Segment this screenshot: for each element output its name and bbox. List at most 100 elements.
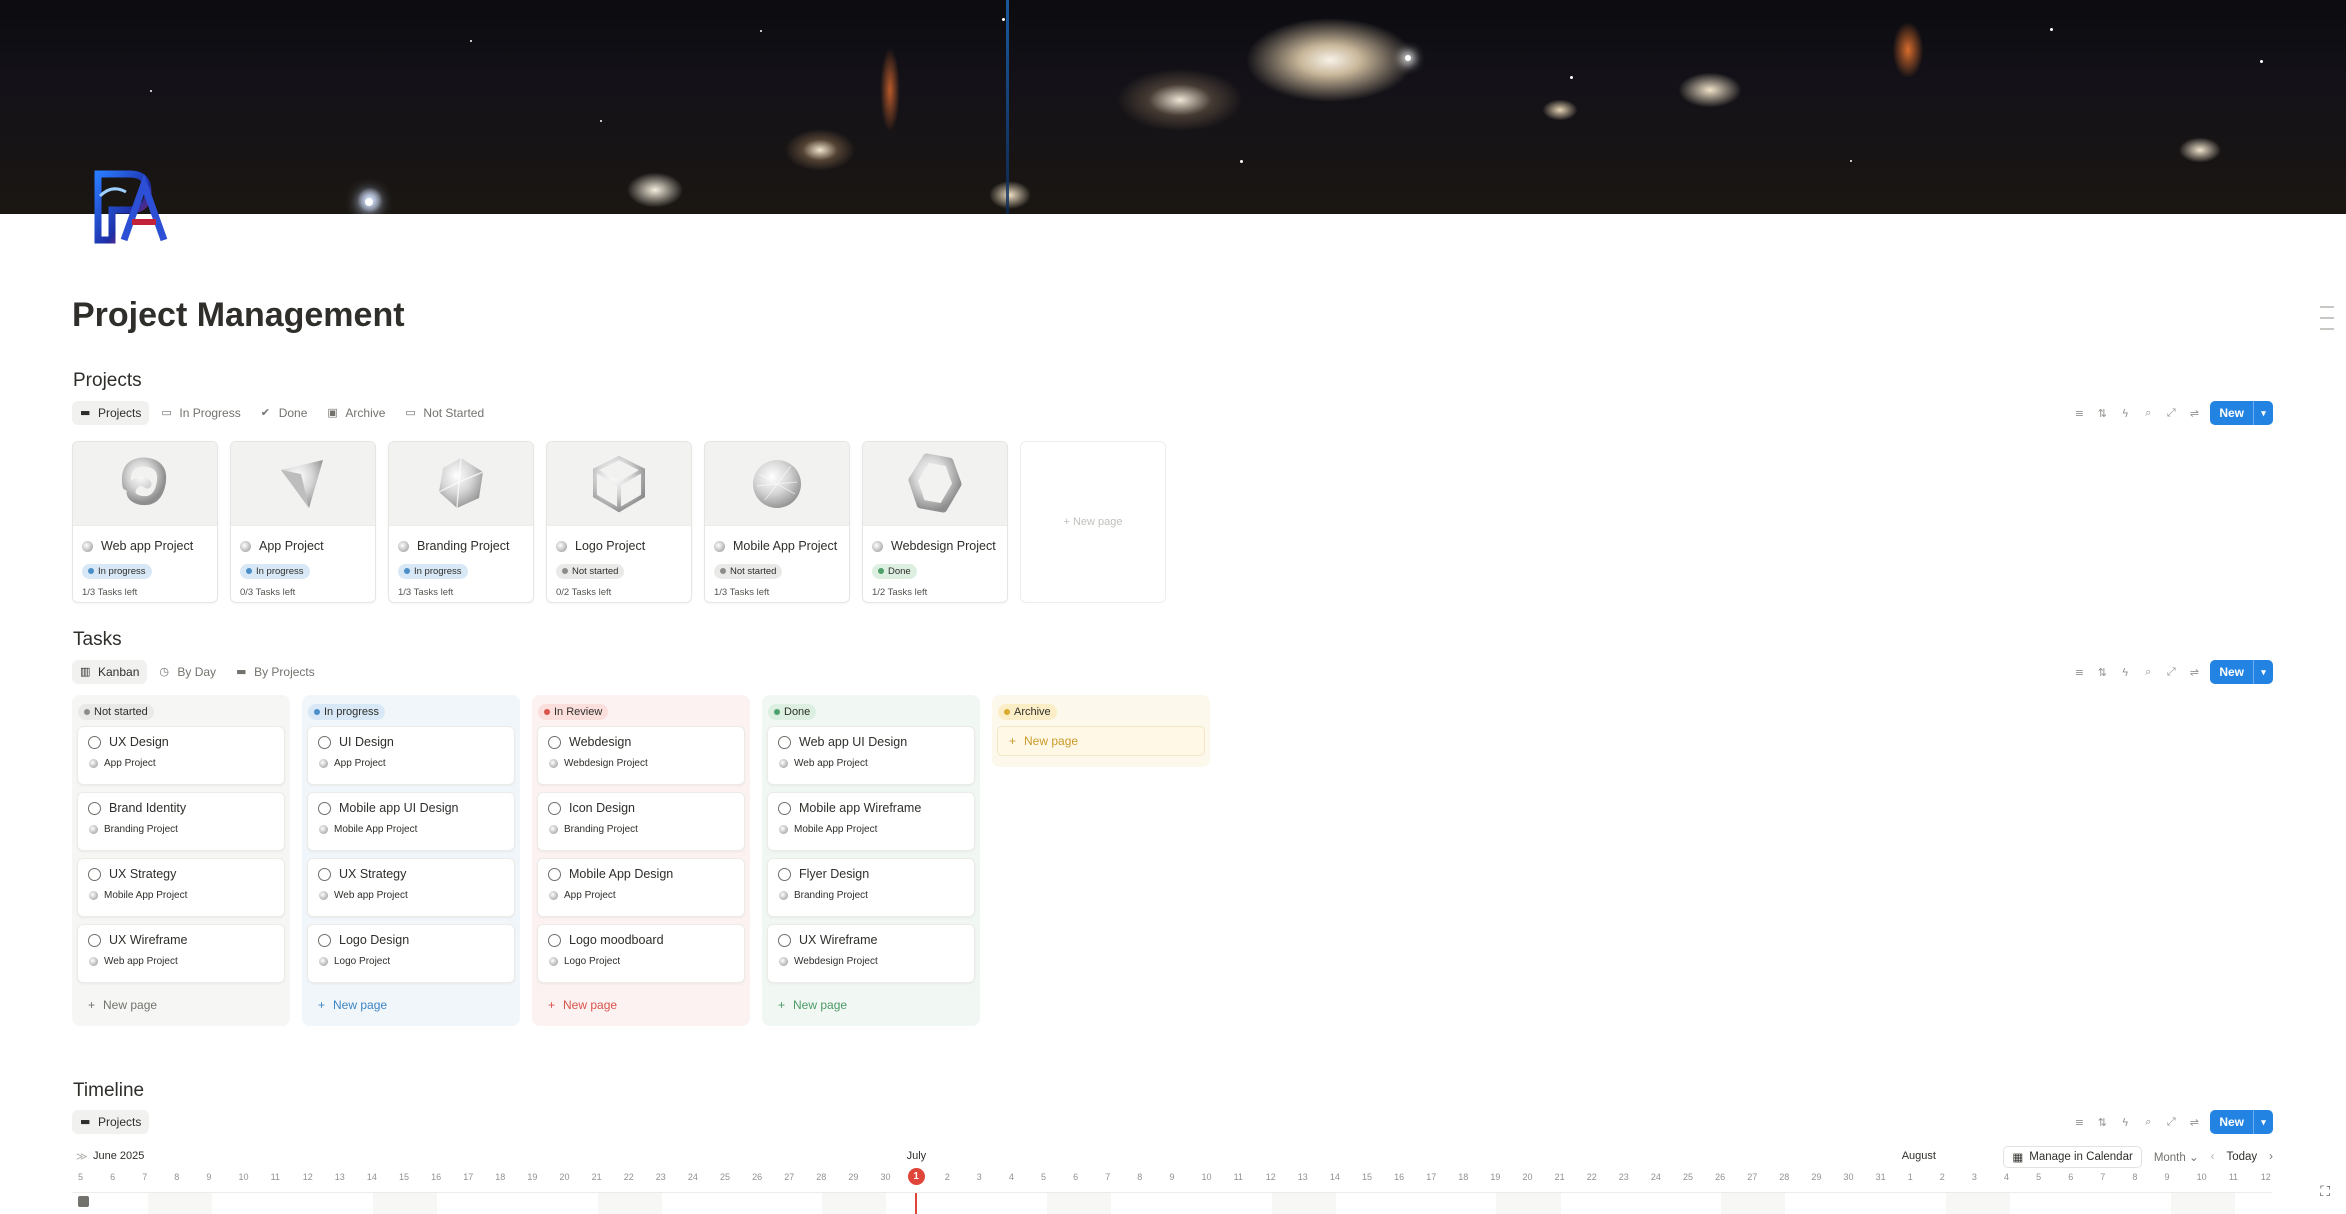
project-card[interactable]: Web app Project In progress 1/3 Tasks left bbox=[72, 441, 218, 603]
sort-icon[interactable]: ⇅ bbox=[2095, 406, 2109, 420]
filter-icon[interactable]: ≡ bbox=[2072, 1115, 2086, 1129]
view-tab-in-progress[interactable]: ▭ In Progress bbox=[153, 401, 248, 425]
project-card[interactable]: Branding Project In progress 1/3 Tasks lef… bbox=[388, 441, 534, 603]
task-card[interactable]: UX Strategy Web app Project bbox=[307, 858, 515, 917]
task-card[interactable]: Logo moodboard Logo Project bbox=[537, 924, 745, 983]
expand-icon[interactable]: ⤢ bbox=[2164, 665, 2178, 679]
task-project-relation[interactable]: Logo Project bbox=[318, 956, 504, 967]
task-card[interactable]: UX Wireframe Webdesign Project bbox=[767, 924, 975, 983]
task-circle-icon[interactable] bbox=[88, 867, 101, 881]
task-project-relation[interactable]: Web app Project bbox=[88, 956, 274, 967]
task-project-relation[interactable]: Branding Project bbox=[548, 824, 734, 835]
task-card[interactable]: Brand Identity Branding Project bbox=[77, 792, 285, 851]
automation-icon[interactable]: ϟ bbox=[2118, 406, 2132, 420]
settings-icon[interactable]: ⇌ bbox=[2187, 665, 2201, 679]
project-card[interactable]: Mobile App Project Not started 1/3 Tasks l… bbox=[704, 441, 850, 603]
task-circle-icon[interactable] bbox=[318, 933, 331, 947]
task-circle-icon[interactable] bbox=[318, 867, 331, 881]
column-new-page-button[interactable]: + New page bbox=[767, 990, 975, 1020]
column-header[interactable]: Done bbox=[767, 700, 975, 726]
project-card[interactable]: App Project In progress 0/3 Tasks left bbox=[230, 441, 376, 603]
task-project-relation[interactable]: Webdesign Project bbox=[778, 956, 964, 967]
pa-logo-icon[interactable] bbox=[90, 166, 170, 246]
prev-arrow-icon[interactable]: ‹ bbox=[2211, 1151, 2215, 1163]
task-circle-icon[interactable] bbox=[548, 801, 561, 815]
outline-toc-icon[interactable] bbox=[2320, 306, 2334, 339]
task-circle-icon[interactable] bbox=[778, 867, 791, 881]
sort-icon[interactable]: ⇅ bbox=[2095, 1115, 2109, 1129]
tasks-title[interactable]: Tasks bbox=[73, 629, 122, 651]
task-circle-icon[interactable] bbox=[548, 867, 561, 881]
view-tab-done[interactable]: ✔ Done bbox=[253, 401, 316, 425]
automation-icon[interactable]: ϟ bbox=[2118, 1115, 2132, 1129]
timeline-row-icon[interactable] bbox=[78, 1196, 89, 1207]
timeline-title[interactable]: Timeline bbox=[73, 1080, 144, 1102]
project-card[interactable]: Webdesign Project Done 1/2 Tasks left bbox=[862, 441, 1008, 603]
help-icon[interactable]: ⛶ bbox=[2320, 1184, 2330, 1200]
task-card[interactable]: UX Strategy Mobile App Project bbox=[77, 858, 285, 917]
view-tab-kanban[interactable]: ▥ Kanban bbox=[72, 660, 148, 684]
column-header[interactable]: In Review bbox=[537, 700, 745, 726]
column-new-page-button[interactable]: + New page bbox=[307, 990, 515, 1020]
collapse-sidebar-icon[interactable]: ≫ bbox=[76, 1150, 88, 1163]
view-tab-by-day[interactable]: ◷ By Day bbox=[151, 660, 224, 684]
column-new-page-button[interactable]: + New page bbox=[537, 990, 745, 1020]
sort-icon[interactable]: ⇅ bbox=[2095, 665, 2109, 679]
task-card[interactable]: Mobile App Design App Project bbox=[537, 858, 745, 917]
task-project-relation[interactable]: App Project bbox=[548, 890, 734, 901]
task-card[interactable]: Icon Design Branding Project bbox=[537, 792, 745, 851]
column-header[interactable]: Archive bbox=[997, 700, 1205, 726]
next-arrow-icon[interactable]: › bbox=[2269, 1151, 2273, 1163]
view-tab-not-started[interactable]: ▭ Not Started bbox=[397, 401, 492, 425]
task-circle-icon[interactable] bbox=[318, 735, 331, 749]
task-card[interactable]: UI Design App Project bbox=[307, 726, 515, 785]
search-icon[interactable]: ⌕ bbox=[2141, 406, 2155, 420]
task-circle-icon[interactable] bbox=[778, 933, 791, 947]
column-new-page-button[interactable]: + New page bbox=[77, 990, 285, 1020]
task-card[interactable]: Flyer Design Branding Project bbox=[767, 858, 975, 917]
view-tab-projects[interactable]: ▬ Projects bbox=[72, 401, 150, 425]
task-card[interactable]: Logo Design Logo Project bbox=[307, 924, 515, 983]
new-task-button[interactable]: New ▾ bbox=[2210, 660, 2273, 684]
task-project-relation[interactable]: Webdesign Project bbox=[548, 758, 734, 769]
expand-icon[interactable]: ⤢ bbox=[2164, 1115, 2178, 1129]
today-button[interactable]: Today bbox=[2226, 1151, 2257, 1163]
new-project-page-card[interactable]: + New page bbox=[1020, 441, 1166, 603]
task-project-relation[interactable]: App Project bbox=[318, 758, 504, 769]
settings-icon[interactable]: ⇌ bbox=[2187, 406, 2201, 420]
project-card[interactable]: Logo Project Not started 0/2 Tasks left bbox=[546, 441, 692, 603]
range-select[interactable]: Month ⌄ bbox=[2154, 1150, 2199, 1164]
task-project-relation[interactable]: Logo Project bbox=[548, 956, 734, 967]
filter-icon[interactable]: ≡ bbox=[2072, 665, 2086, 679]
task-card[interactable]: Mobile app UI Design Mobile App Project bbox=[307, 792, 515, 851]
chevron-down-icon[interactable]: ▾ bbox=[2253, 660, 2273, 684]
task-circle-icon[interactable] bbox=[778, 801, 791, 815]
task-project-relation[interactable]: App Project bbox=[88, 758, 274, 769]
automation-icon[interactable]: ϟ bbox=[2118, 665, 2132, 679]
task-project-relation[interactable]: Mobile App Project bbox=[318, 824, 504, 835]
search-icon[interactable]: ⌕ bbox=[2141, 1115, 2155, 1129]
task-circle-icon[interactable] bbox=[88, 801, 101, 815]
task-project-relation[interactable]: Web app Project bbox=[778, 758, 964, 769]
filter-icon[interactable]: ≡ bbox=[2072, 406, 2086, 420]
task-card[interactable]: Mobile app Wireframe Mobile App Project bbox=[767, 792, 975, 851]
task-project-relation[interactable]: Web app Project bbox=[318, 890, 504, 901]
search-icon[interactable]: ⌕ bbox=[2141, 665, 2155, 679]
chevron-down-icon[interactable]: ▾ bbox=[2253, 1110, 2273, 1134]
manage-in-calendar-button[interactable]: ▦ Manage in Calendar bbox=[2003, 1146, 2142, 1168]
new-project-button[interactable]: New ▾ bbox=[2210, 401, 2273, 425]
column-header[interactable]: Not started bbox=[77, 700, 285, 726]
task-project-relation[interactable]: Mobile App Project bbox=[778, 824, 964, 835]
task-circle-icon[interactable] bbox=[88, 933, 101, 947]
chevron-down-icon[interactable]: ▾ bbox=[2253, 401, 2273, 425]
task-project-relation[interactable]: Branding Project bbox=[778, 890, 964, 901]
task-project-relation[interactable]: Mobile App Project bbox=[88, 890, 274, 901]
task-circle-icon[interactable] bbox=[548, 735, 561, 749]
column-new-page-button[interactable]: + New page bbox=[997, 726, 1205, 756]
projects-title[interactable]: Projects bbox=[73, 370, 142, 392]
cover-image[interactable] bbox=[0, 0, 2346, 214]
task-card[interactable]: UX Wireframe Web app Project bbox=[77, 924, 285, 983]
task-project-relation[interactable]: Branding Project bbox=[88, 824, 274, 835]
task-circle-icon[interactable] bbox=[88, 735, 101, 749]
timeline-grid[interactable] bbox=[72, 1192, 2272, 1214]
